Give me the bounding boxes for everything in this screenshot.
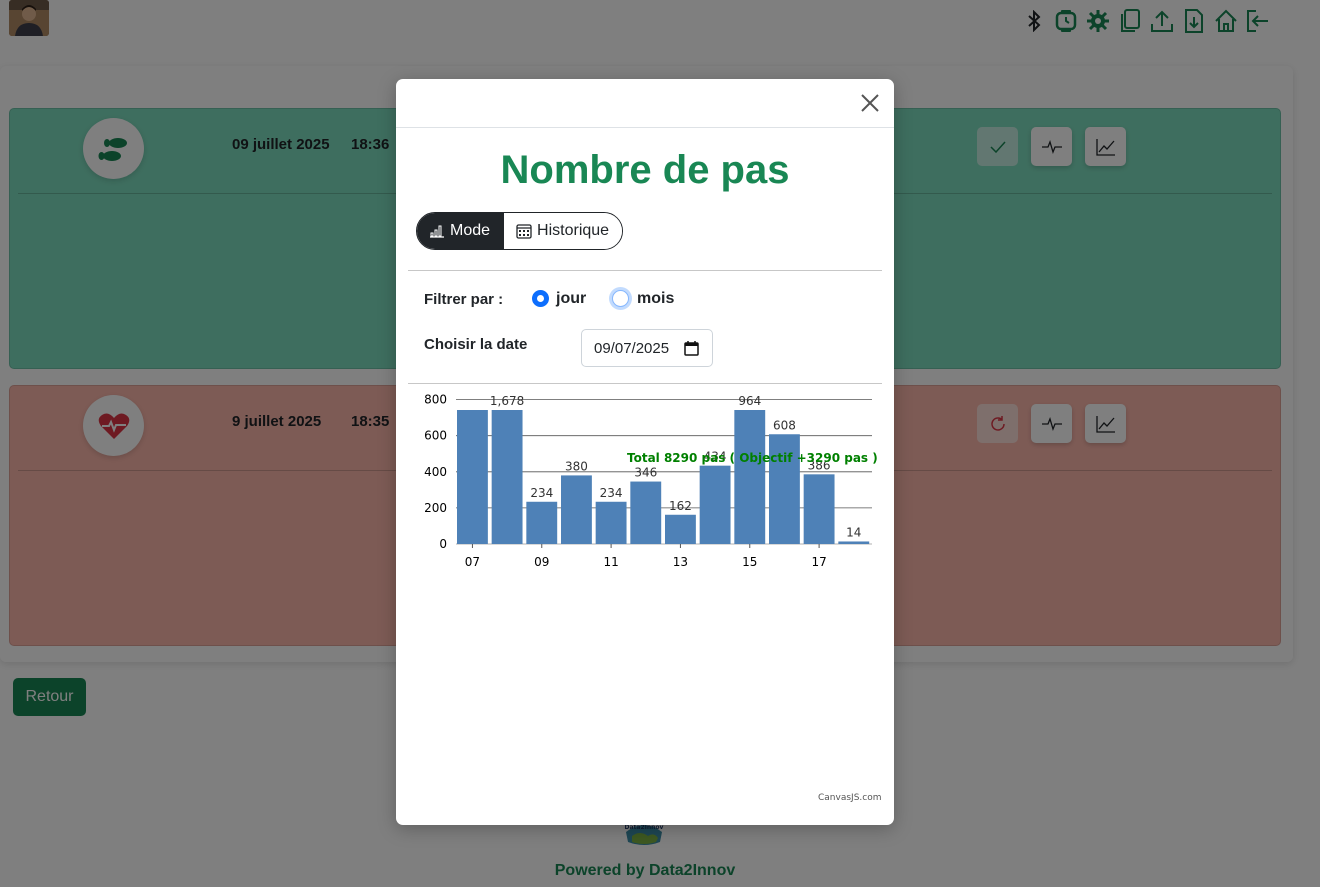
chart-bar [630,481,662,544]
y-tick-label: 200 [424,501,447,515]
close-button[interactable] [858,91,882,115]
x-tick-label: 13 [673,555,688,569]
chart-bar [457,410,488,544]
bar-data-label: 234 [600,486,623,500]
steps-modal: Nombre de pas Mode Historique Filtrer pa… [396,79,894,825]
radio-jour-label[interactable]: jour [556,290,586,308]
radio-mois[interactable] [612,290,629,307]
tab-mode-label: Mode [450,222,491,239]
bar-chart-icon [430,225,444,238]
chart-bar [595,501,627,544]
bar-data-label: 1,678 [490,394,524,408]
calendar-picker-icon[interactable] [684,340,700,356]
chart-total-annotation: Total 8290 pas ( Objectif +3290 pas ) [627,451,878,465]
radio-mois-label[interactable]: mois [637,290,674,308]
chart-bar [491,410,523,544]
chart-bar [665,514,696,544]
y-tick-label: 800 [424,393,447,407]
filter-label: Filtrer par : [424,291,504,308]
date-input[interactable]: 09/07/2025 [581,329,713,367]
chart-bar [838,541,870,544]
y-tick-label: 0 [439,537,447,551]
x-tick-label: 15 [742,555,757,569]
chart-bar [734,410,766,544]
divider [408,270,882,271]
chart-bar [561,475,592,544]
x-tick-label: 17 [811,555,826,569]
steps-bar-chart: 02004006008001,0001,2001,4001,6001,8001,… [396,384,894,809]
date-value: 09/07/2025 [594,339,670,357]
chart-bar [699,465,731,544]
bar-data-label: 162 [669,499,692,513]
tab-mode[interactable]: Mode [417,213,504,249]
y-tick-label: 600 [424,429,447,443]
modal-header [396,79,894,128]
chart-bar [803,474,835,544]
chart-canvas: 02004006008001,0001,2001,4001,6001,8001,… [424,393,872,569]
bar-data-label: 608 [773,418,796,432]
bar-data-label: 380 [565,459,588,473]
date-label: Choisir la date [424,336,528,353]
tab-historique-label: Historique [537,222,610,239]
x-tick-label: 11 [603,555,618,569]
x-tick-label: 09 [534,555,549,569]
tab-historique[interactable]: Historique [503,213,623,249]
modal-title: Nombre de pas [500,148,790,192]
bar-data-label: 234 [530,486,553,500]
bar-data-label: 14 [846,525,861,539]
bar-data-label: 346 [634,466,657,480]
calendar-icon [516,224,532,239]
chart-credit: CanvasJS.com [818,793,882,803]
x-tick-label: 07 [465,555,480,569]
close-icon [861,94,879,112]
radio-jour[interactable] [532,290,549,307]
y-tick-label: 400 [424,465,447,479]
bar-data-label: 964 [738,394,761,408]
chart-bar [526,501,558,544]
mode-tabs: Mode Historique [416,212,624,250]
